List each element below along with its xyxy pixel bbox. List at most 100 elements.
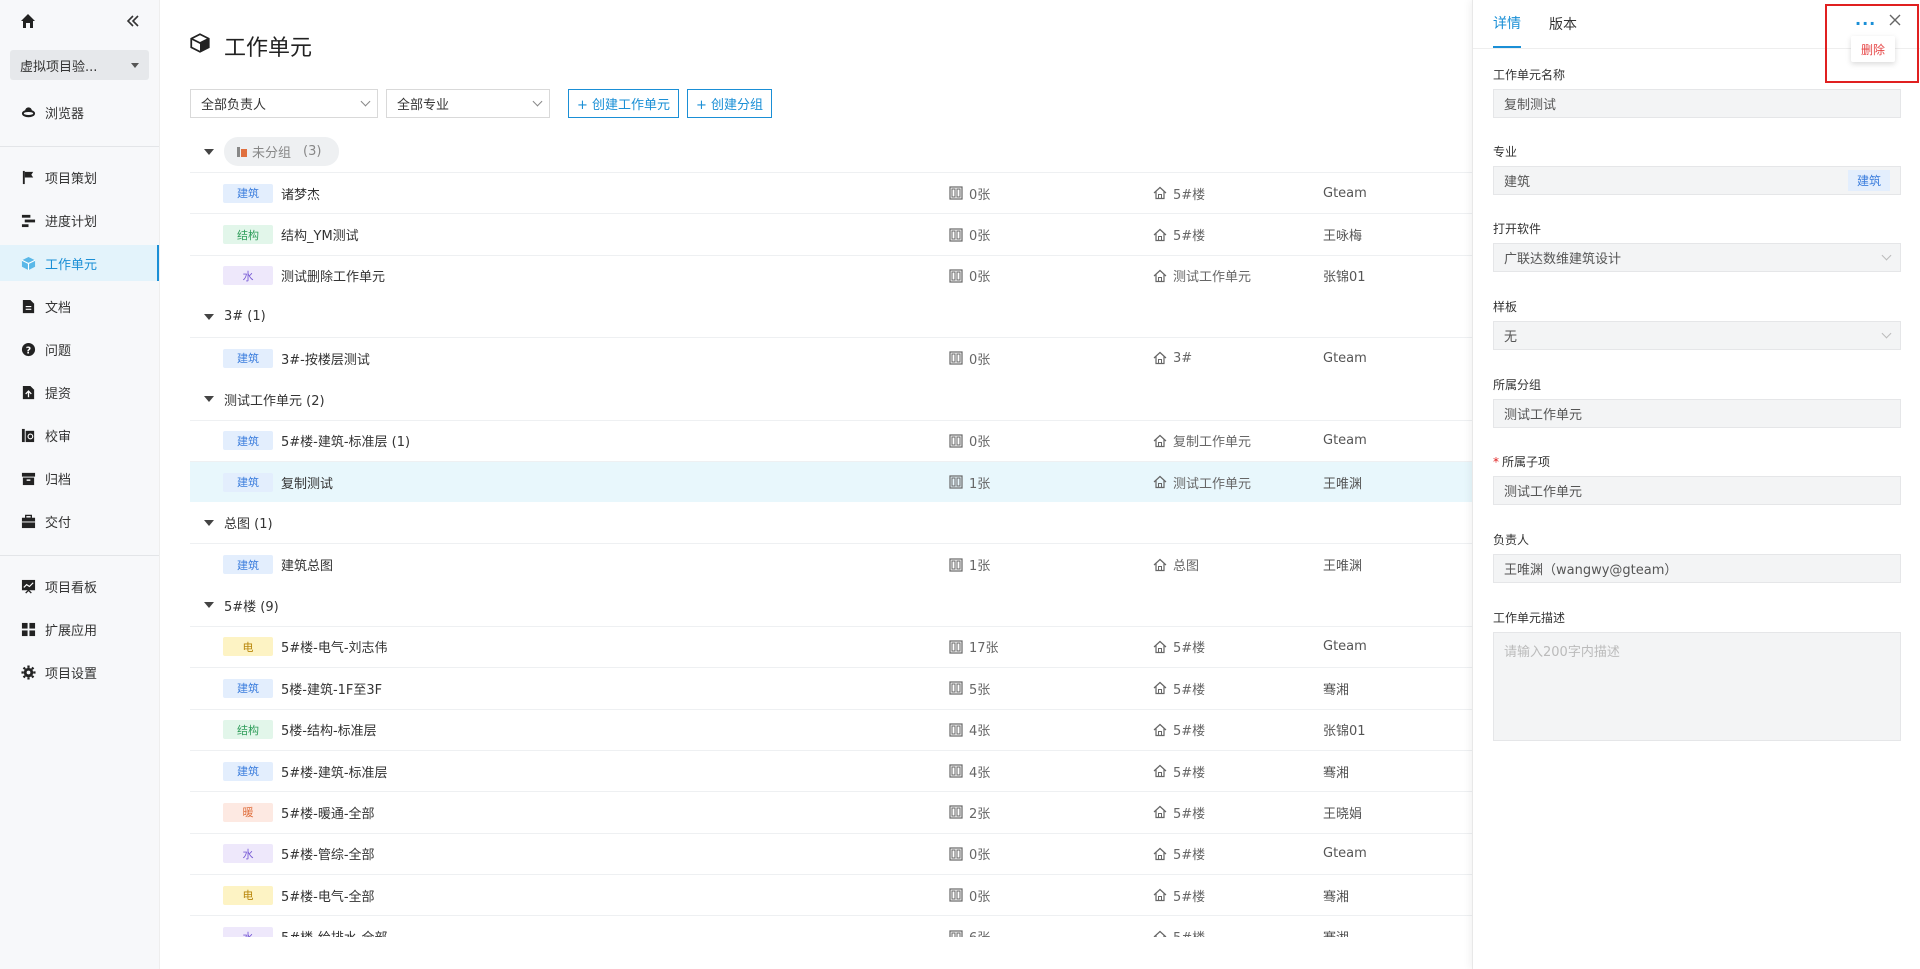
owner-name: 张锦01 <box>1323 270 1366 286</box>
create-group-button[interactable]: + 创建分组 <box>687 89 773 118</box>
owner-label: 负责人 <box>1493 533 1530 547</box>
table-row[interactable]: 水 5#楼-给排水-全部 6张 5#楼 骞湘 <box>190 915 1472 937</box>
location: 5#楼 <box>1153 225 1323 244</box>
location-text: 5#楼 <box>1173 682 1206 698</box>
sidebar-item-archive[interactable]: 归档 <box>0 460 159 496</box>
table-row[interactable]: 建筑 5楼-建筑-1F至3F 5张 5#楼 骞湘 <box>190 667 1472 708</box>
discipline-tag: 电 <box>223 885 273 905</box>
sidebar-item-documents[interactable]: 文档 <box>0 288 159 324</box>
description-textarea[interactable]: 请输入200字内描述 <box>1493 632 1901 741</box>
table-row[interactable]: 建筑 诸梦杰 0张 5#楼 Gteam <box>190 172 1472 213</box>
location: 测试工作单元 <box>1153 473 1323 492</box>
table-row[interactable]: 建筑 复制测试 1张 测试工作单元 王唯渊 <box>190 460 1472 503</box>
cube-icon <box>20 255 36 271</box>
sub-item-field[interactable]: 测试工作单元 <box>1493 476 1901 505</box>
expand-triangle-icon[interactable] <box>204 396 214 403</box>
table-row[interactable]: 电 5#楼-电气-全部 0张 5#楼 骞湘 <box>190 874 1472 915</box>
sidebar-item-delivery[interactable]: 交付 <box>0 503 159 539</box>
project-selector[interactable]: 虚拟项目验... <box>10 50 149 80</box>
table-row[interactable]: 建筑 5#楼-建筑-标准层 4张 5#楼 骞湘 <box>190 749 1472 791</box>
expand-triangle-icon[interactable] <box>204 602 214 609</box>
table-row[interactable]: 暖 5#楼-暖通-全部 2张 5#楼 王晓娟 <box>190 791 1472 832</box>
table-row[interactable]: 建筑 3#-按楼层测试 0张 3# Gteam <box>190 337 1472 378</box>
name-field[interactable]: 复制测试 <box>1493 89 1901 118</box>
drawing-count-text: 2张 <box>969 806 991 822</box>
unit-name: 5#楼-暖通-全部 <box>281 806 375 822</box>
sidebar-item-issues[interactable]: ? 问题 <box>0 331 159 367</box>
house-icon <box>1153 558 1167 572</box>
expand-triangle-icon[interactable] <box>204 519 214 526</box>
table-row[interactable]: 结构 结构_YM测试 0张 5#楼 王咏梅 <box>190 213 1472 254</box>
chevron-down-icon <box>532 96 543 107</box>
sidebar-item-work-unit[interactable]: 工作单元 <box>0 245 159 281</box>
expand-triangle-icon[interactable] <box>204 313 214 320</box>
drawing-count: 0张 <box>949 431 1153 450</box>
location-text: 测试工作单元 <box>1173 476 1252 492</box>
discipline-field[interactable]: 建筑 建筑 <box>1493 166 1901 195</box>
unit-name: 5#楼-电气-全部 <box>281 889 375 905</box>
drawing-icon <box>949 434 963 448</box>
expand-triangle-icon[interactable] <box>204 148 214 155</box>
group-field[interactable]: 测试工作单元 <box>1493 399 1901 428</box>
drawing-count-text: 0张 <box>969 270 991 286</box>
sidebar-item-submit[interactable]: 提资 <box>0 374 159 410</box>
drawing-icon <box>949 186 963 200</box>
sidebar-item-planning[interactable]: 项目策划 <box>0 159 159 195</box>
group-label: 3# (1) <box>224 309 266 325</box>
sidebar-item-label: 浏览器 <box>45 106 85 122</box>
gantt-icon <box>20 212 36 228</box>
unit-name: 复制测试 <box>281 476 334 492</box>
tab-versions[interactable]: 版本 <box>1549 0 1577 48</box>
home-icon[interactable] <box>20 13 36 33</box>
discipline-filter-select[interactable]: 全部专业 <box>386 89 550 118</box>
table-row[interactable]: 水测试删除工作单元 0张 测试工作单元 张锦01 <box>190 254 1472 296</box>
group-row-ungrouped[interactable]: 未分组 (3) <box>190 131 1472 172</box>
sidebar-item-browser[interactable]: 浏览器 <box>0 94 159 130</box>
chevron-down-icon <box>360 96 371 107</box>
location: 复制工作单元 <box>1153 431 1323 450</box>
sidebar-item-label: 校审 <box>45 429 72 445</box>
sidebar-item-apps[interactable]: 扩展应用 <box>0 611 159 647</box>
owner-value: 王唯渊（wangwy@gteam） <box>1504 563 1678 578</box>
sidebar-item-dashboard[interactable]: 项目看板 <box>0 568 159 604</box>
sidebar-item-review[interactable]: 校审 <box>0 417 159 453</box>
group-row-building-5[interactable]: 5#楼 (9) <box>190 585 1472 626</box>
location-text: 总图 <box>1173 559 1200 575</box>
house-icon <box>1153 723 1167 737</box>
template-select[interactable]: 无 <box>1493 321 1901 350</box>
drawing-count-text: 0张 <box>969 848 991 864</box>
create-unit-button[interactable]: + 创建工作单元 <box>568 89 680 118</box>
unit-name: 5#楼-给排水-全部 <box>281 927 949 937</box>
owner-name: 王唯渊 <box>1323 476 1363 492</box>
table-row[interactable]: 结构 5楼-结构-标准层 4张 5#楼 张锦01 <box>190 708 1472 750</box>
divider <box>0 146 159 147</box>
table-row[interactable]: 建筑 5#楼-建筑-标准层 (1) 0张 复制工作单元 Gteam <box>190 419 1472 461</box>
sidebar-item-settings[interactable]: 项目设置 <box>0 654 159 690</box>
location-text: 5#楼 <box>1173 927 1205 937</box>
owner-name: 骞湘 <box>1323 765 1350 781</box>
owner-filter-select[interactable]: 全部负责人 <box>190 89 378 118</box>
software-select[interactable]: 广联达数维建筑设计 <box>1493 243 1901 272</box>
group-row-test-unit[interactable]: 测试工作单元 (2) <box>190 379 1472 420</box>
house-icon <box>1153 434 1167 448</box>
table-row[interactable]: 水 5#楼-管综-全部 0张 5#楼 Gteam <box>190 832 1472 874</box>
table-row[interactable]: 建筑 建筑总图 1张 总图 王唯渊 <box>190 543 1472 584</box>
group-row-3[interactable]: 3# (1) <box>190 296 1472 337</box>
drawing-count-text: 17张 <box>969 641 999 657</box>
location: 5#楼 <box>1153 762 1323 781</box>
tab-details[interactable]: 详情 <box>1493 0 1521 48</box>
group-row-site-plan[interactable]: 总图 (1) <box>190 502 1472 543</box>
project-name: 虚拟项目验... <box>20 59 98 75</box>
unit-name: 5#楼-建筑-标准层 (1) <box>281 435 411 451</box>
discipline-tag: 建筑 <box>223 183 273 203</box>
drawing-count-text: 0张 <box>969 435 991 451</box>
table-row[interactable]: 电 5#楼-电气-刘志伟 17张 5#楼 Gteam <box>190 625 1472 667</box>
sidebar-item-schedule[interactable]: 进度计划 <box>0 202 159 238</box>
discipline-tag: 电 <box>223 637 273 657</box>
collapse-icon[interactable] <box>125 13 141 33</box>
drawing-count-text: 5张 <box>969 682 991 698</box>
location-text: 复制工作单元 <box>1173 435 1252 451</box>
owner-field[interactable]: 王唯渊（wangwy@gteam） <box>1493 554 1901 583</box>
drawing-icon <box>949 847 963 861</box>
discipline-tag: 水 <box>223 844 273 864</box>
